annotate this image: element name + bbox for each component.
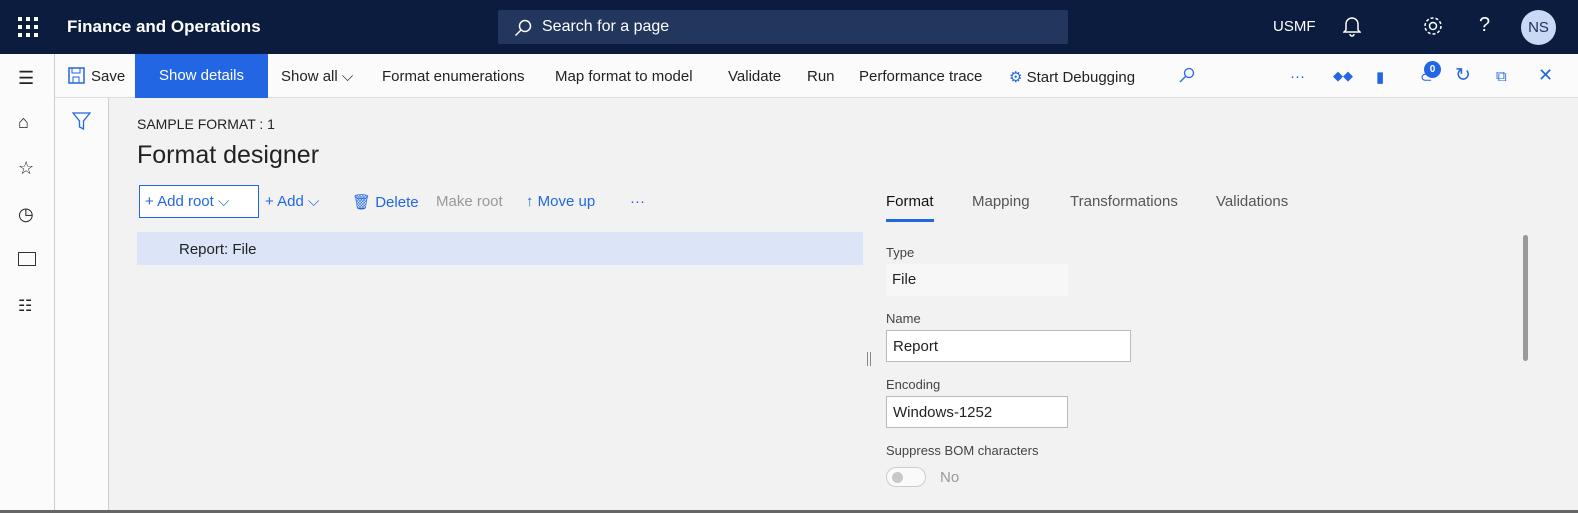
search-icon [514,19,532,37]
start-debugging-button[interactable]: ⚙ Start Debugging [1009,68,1135,86]
search-input[interactable]: Search for a page [498,10,1068,44]
suppress-bom-value: No [940,469,960,486]
search-placeholder: Search for a page [542,18,670,35]
add-button[interactable]: + Add ⌵ [265,193,319,210]
avatar[interactable]: NS [1521,10,1556,45]
home-icon[interactable]: ⌂ [18,112,29,133]
map-format-to-model-button[interactable]: Map format to model [555,68,693,85]
encoding-label: Encoding [886,377,941,392]
app-title: Finance and Operations [67,17,261,36]
tab-format[interactable]: Format [886,193,934,222]
action-pane: Save Show details Show all ⌵ Format enum… [0,54,1578,98]
name-field[interactable]: Report [886,330,1131,362]
notification-badge: 0 [1424,61,1441,78]
type-field: File [886,264,1068,296]
more-options-icon[interactable]: ··· [1290,68,1305,85]
debug-gears-icon: ⚙ [1009,69,1023,86]
tree-item[interactable]: Report: File [137,232,863,265]
open-new-window-icon[interactable]: ⧉ [1496,68,1507,85]
move-up-text: Move up [537,193,596,210]
tab-transformations[interactable]: Transformations [1070,193,1178,210]
run-button[interactable]: Run [807,68,835,85]
start-debugging-label: Start Debugging [1026,69,1136,86]
filter-pane [55,98,109,513]
encoding-field[interactable]: Windows-1252 [886,396,1068,428]
modules-list-icon[interactable]: ☷ [18,296,32,316]
performance-trace-button[interactable]: Performance trace [859,68,982,85]
delete-button[interactable]: 🗑 Delete [352,193,419,211]
tab-validations[interactable]: Validations [1216,193,1288,210]
delete-text: Delete [375,194,419,211]
suppress-bom-label: Suppress BOM characters [886,443,1039,458]
search-icon[interactable] [1178,67,1195,84]
close-icon[interactable]: ✕ [1538,65,1553,86]
arrow-up-icon: ↑ [526,193,534,210]
name-label: Name [886,311,921,326]
type-label: Type [886,245,915,260]
star-icon[interactable]: ☆ [18,158,34,179]
chevron-down-icon: ⌵ [218,193,230,210]
company-picker[interactable]: USMF [1273,18,1316,35]
chevron-down-icon: ⌵ [307,193,320,210]
power-apps-icon[interactable]: ◆◆ [1333,68,1353,84]
workspaces-icon[interactable] [18,252,36,266]
move-up-button[interactable]: ↑ Move up [526,193,595,210]
save-icon [68,67,85,84]
gear-icon[interactable] [1422,14,1444,38]
add-root-text: Add root [157,193,214,210]
trash-icon: 🗑 [352,194,372,211]
refresh-icon[interactable]: ↻ [1455,64,1471,87]
more-options-icon[interactable]: ··· [630,193,645,210]
add-text: Add [277,193,304,210]
show-all-label: Show all [281,68,338,85]
left-navigation: ☰ ⌂ ☆ ◷ ☷ [0,54,55,513]
breadcrumb: SAMPLE FORMAT : 1 [137,116,275,132]
suppress-bom-toggle[interactable] [886,467,926,487]
make-root-button[interactable]: Make root [436,193,503,210]
clock-icon[interactable]: ◷ [18,204,34,225]
validate-button[interactable]: Validate [728,68,781,85]
save-button[interactable]: Save [91,68,125,85]
chevron-down-icon: ⌵ [341,68,354,85]
show-details-button[interactable]: Show details [135,54,268,98]
hamburger-icon[interactable]: ☰ [18,68,34,89]
format-enumerations-button[interactable]: Format enumerations [382,68,525,85]
tab-mapping[interactable]: Mapping [972,193,1030,210]
help-icon[interactable]: ? [1479,14,1490,37]
page-title: Format designer [137,141,320,169]
filter-icon[interactable] [72,112,91,130]
scrollbar[interactable] [1523,235,1528,361]
show-all-button[interactable]: Show all ⌵ [281,68,353,85]
app-launcher-icon[interactable] [18,17,38,37]
pane-splitter[interactable] [867,352,871,366]
add-root-label[interactable]: + Add root ⌵ [145,193,229,210]
top-bar: Finance and Operations Search for a page… [0,0,1578,54]
bell-icon[interactable] [1343,14,1361,38]
office-icon[interactable]: ▮ [1376,68,1384,86]
